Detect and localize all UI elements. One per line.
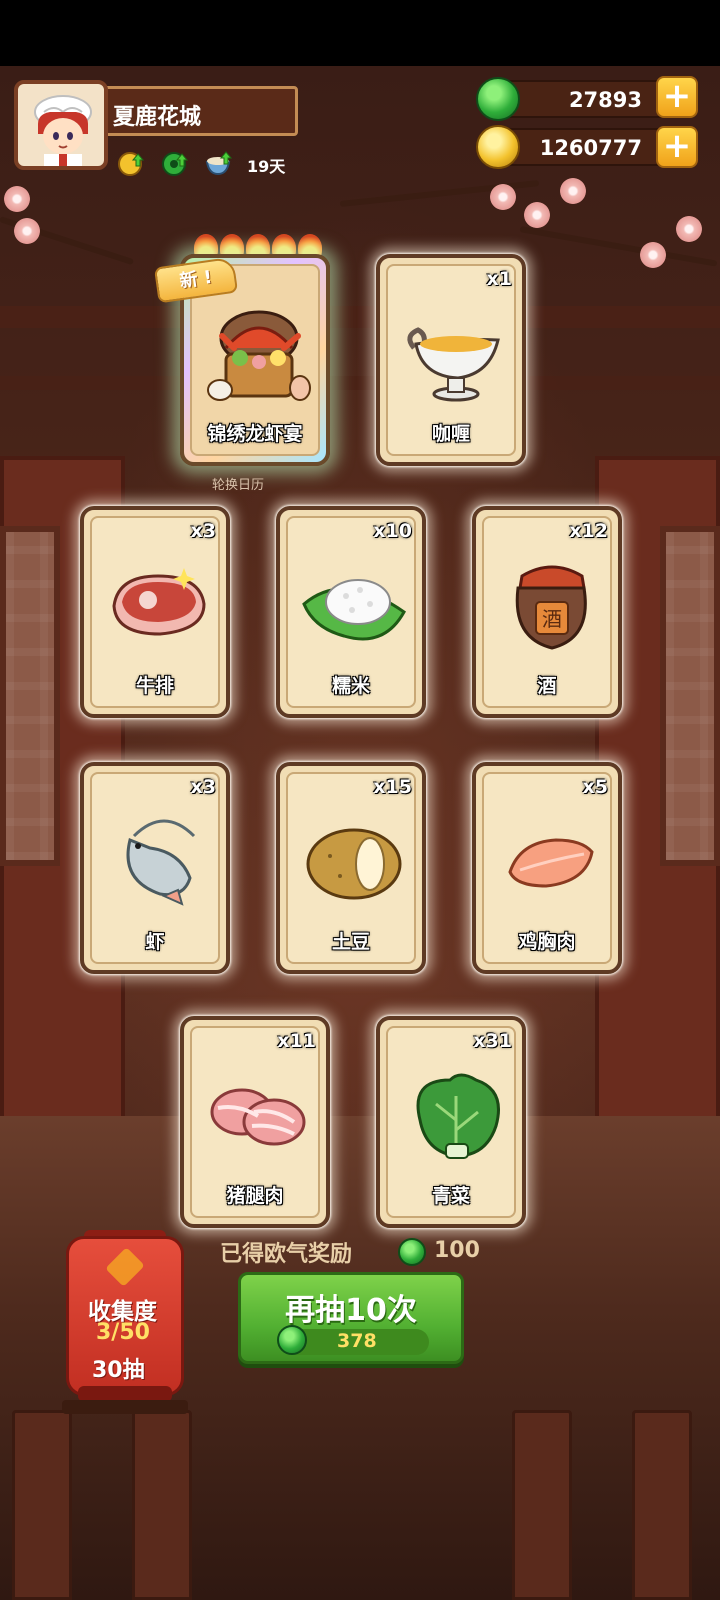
coin-icon (476, 125, 520, 169)
card-label: 鸡胸肉 (518, 931, 576, 953)
curry-gravy-boat-icon (407, 327, 500, 402)
card-count: x3 (190, 520, 216, 542)
days-counter: 19天 (247, 157, 286, 176)
card-count: x12 (569, 520, 608, 542)
draw-again-button[interactable]: 再抽10次 378 (238, 1272, 464, 1364)
card-sticky-rice[interactable]: x10 糯米 (276, 506, 426, 718)
avatar[interactable] (14, 80, 108, 170)
plum-blossom (14, 218, 40, 244)
ceiling-beam (0, 376, 720, 390)
jade-icon (277, 1325, 307, 1355)
card-label: 咖喱 (431, 423, 470, 445)
reward-label: 已得欧气奖励 (220, 1242, 353, 1267)
chef-avatar-icon (34, 95, 92, 166)
card-count: x11 (277, 1030, 316, 1052)
card-label: 酒 (537, 675, 557, 697)
shrimp-icon (126, 819, 196, 906)
ceiling-beam (0, 306, 720, 328)
card-label: 青菜 (431, 1185, 470, 1207)
chicken-breast-icon (508, 838, 594, 888)
card-count: x1 (486, 268, 512, 290)
card-bok-choy[interactable]: x31 青菜 (376, 1016, 526, 1228)
collection-progress: 3/50 (96, 1320, 150, 1345)
lobster-feast-icon (207, 310, 311, 401)
pork-leg-icon (210, 1088, 306, 1146)
card-count: x31 (473, 1030, 512, 1052)
card-count: x3 (190, 776, 216, 798)
reward-value: 100 (434, 1238, 480, 1263)
lantern-stand (62, 1400, 188, 1414)
player-name: 夏鹿花城 (113, 105, 202, 130)
card-count: x10 (373, 520, 412, 542)
collection-draw-count: 30抽 (92, 1358, 145, 1383)
card-steak[interactable]: x3 牛排 (80, 506, 230, 718)
player-name-bar[interactable]: 夏鹿花城 (100, 86, 298, 136)
rotation-calendar-label: 轮换日历 (212, 478, 265, 493)
card-label: 牛排 (135, 675, 174, 697)
bowl-upgrade-icon[interactable] (204, 148, 234, 178)
plum-blossom (524, 202, 550, 228)
jade-amount: 27893 (568, 88, 642, 112)
new-badge-text: 新 (178, 268, 200, 293)
jar-label: 酒 (542, 607, 562, 631)
add-coins-button[interactable]: + (656, 126, 698, 168)
steak-icon (112, 568, 206, 636)
plum-blossom (676, 216, 702, 242)
coin-upgrade-icon[interactable] (116, 148, 146, 178)
coin-amount: 1260777 (539, 136, 642, 160)
card-chicken-breast[interactable]: x5 鸡胸肉 (472, 762, 622, 974)
jade-icon (398, 1238, 426, 1266)
railing-post (632, 1410, 692, 1600)
card-wine[interactable]: x12 酒 酒 (472, 506, 622, 718)
plum-blossom (490, 184, 516, 210)
card-pork-leg[interactable]: x11 猪腿肉 (180, 1016, 330, 1228)
wine-jar-icon: 酒 (515, 565, 587, 650)
plum-blossom (560, 178, 586, 204)
right-lattice-window (660, 526, 720, 866)
card-curry[interactable]: x1 咖喱 (376, 254, 526, 466)
bok-choy-icon (416, 1073, 500, 1159)
card-label: 虾 (145, 931, 165, 953)
jade-icon (476, 77, 520, 121)
jade-upgrade-icon[interactable] (160, 148, 190, 178)
add-jade-button[interactable]: + (656, 76, 698, 118)
card-count: x15 (373, 776, 412, 798)
system-status-bar (0, 0, 720, 66)
railing-post (132, 1410, 192, 1600)
left-lattice-window (0, 526, 60, 866)
draw-again-label: 再抽10次 (285, 1293, 417, 1328)
potato-icon (306, 828, 402, 900)
draw-cost: 378 (337, 1330, 377, 1352)
plum-blossom (640, 242, 666, 268)
card-count: x5 (582, 776, 608, 798)
card-label: 糯米 (331, 675, 370, 697)
railing-post (512, 1410, 572, 1600)
card-shrimp[interactable]: x3 虾 (80, 762, 230, 974)
plum-blossom (4, 186, 30, 212)
card-label: 猪腿肉 (226, 1185, 284, 1207)
card-label: 土豆 (331, 931, 370, 953)
card-potato[interactable]: x15 土豆 (276, 762, 426, 974)
sticky-rice-icon (302, 579, 406, 641)
railing-post (12, 1410, 72, 1600)
card-label: 锦绣龙虾宴 (207, 423, 303, 445)
